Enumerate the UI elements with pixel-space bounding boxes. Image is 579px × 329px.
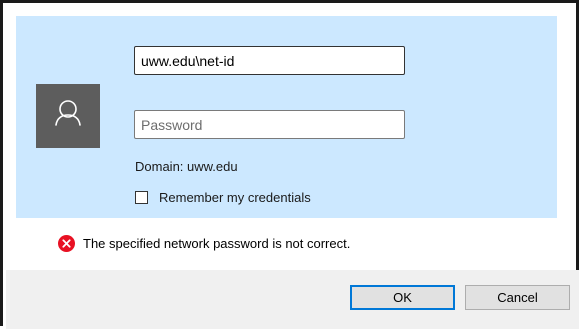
password-input[interactable]: [134, 110, 405, 139]
username-input[interactable]: [134, 46, 405, 75]
remember-credentials-checkbox[interactable]: [135, 190, 148, 204]
error-icon: [58, 234, 75, 252]
domain-label: Domain: uww.edu: [135, 159, 238, 174]
cancel-button[interactable]: Cancel: [465, 285, 570, 310]
error-message-row: The specified network password is not co…: [58, 233, 350, 253]
error-message: The specified network password is not co…: [83, 235, 351, 251]
credential-dialog: Domain: uww.edu Remember my credentials …: [0, 0, 579, 329]
remember-credentials-label[interactable]: Remember my credentials: [159, 190, 311, 205]
credential-panel[interactable]: Domain: uww.edu Remember my credentials: [16, 16, 557, 218]
ok-button[interactable]: OK: [350, 285, 455, 310]
button-bar: OK Cancel: [6, 270, 579, 329]
user-avatar: [36, 84, 100, 148]
remember-credentials-option[interactable]: Remember my credentials: [135, 188, 311, 206]
user-icon: [55, 100, 81, 126]
